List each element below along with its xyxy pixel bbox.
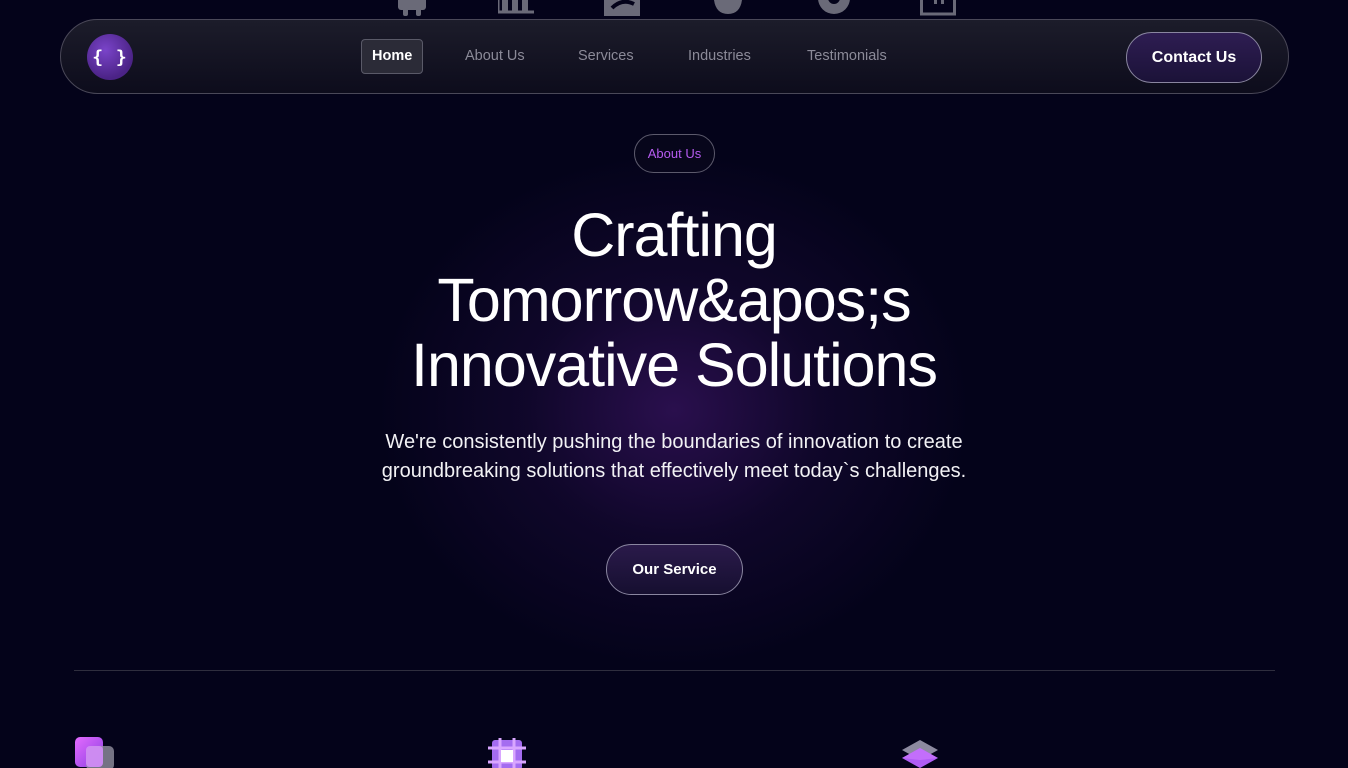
hero-title-line-1: Crafting xyxy=(571,201,778,269)
section-divider xyxy=(74,670,1275,671)
contact-us-button[interactable]: Contact Us xyxy=(1126,32,1262,83)
apple-icon xyxy=(714,0,742,14)
nav-link-testimonials[interactable]: Testimonials xyxy=(807,39,887,74)
our-service-button[interactable]: Our Service xyxy=(606,544,743,595)
chrome-icon xyxy=(818,0,850,14)
hero-title: Crafting Tomorrow&apos;s Innovative Solu… xyxy=(374,203,974,398)
typescript-icon xyxy=(920,0,956,16)
hero-title-line-3: Innovative Solutions xyxy=(411,331,938,399)
logo-braces-icon: { } xyxy=(92,46,128,68)
nav-link-services[interactable]: Services xyxy=(578,39,634,74)
hero-subtitle: We're consistently pushing the boundarie… xyxy=(381,431,967,482)
brand-logo[interactable]: { } xyxy=(87,34,133,80)
android-icon xyxy=(398,0,426,16)
internet-explorer-icon xyxy=(604,0,640,16)
stacked-squares-icon xyxy=(75,737,114,768)
nav-link-home[interactable]: Home xyxy=(361,39,424,74)
top-navbar: { } Home About Us Services Industries Te… xyxy=(60,19,1289,94)
chip-grid-icon xyxy=(488,738,526,768)
tech-icons-strip xyxy=(0,0,1348,18)
about-us-pill: About Us xyxy=(634,134,715,173)
nav-link-about-us[interactable]: About Us xyxy=(465,39,525,74)
server-icon xyxy=(498,0,534,14)
layers-icon xyxy=(902,740,938,768)
hero-title-line-2: Tomorrow&apos;s xyxy=(437,266,911,334)
nav-link-industries[interactable]: Industries xyxy=(688,39,751,74)
